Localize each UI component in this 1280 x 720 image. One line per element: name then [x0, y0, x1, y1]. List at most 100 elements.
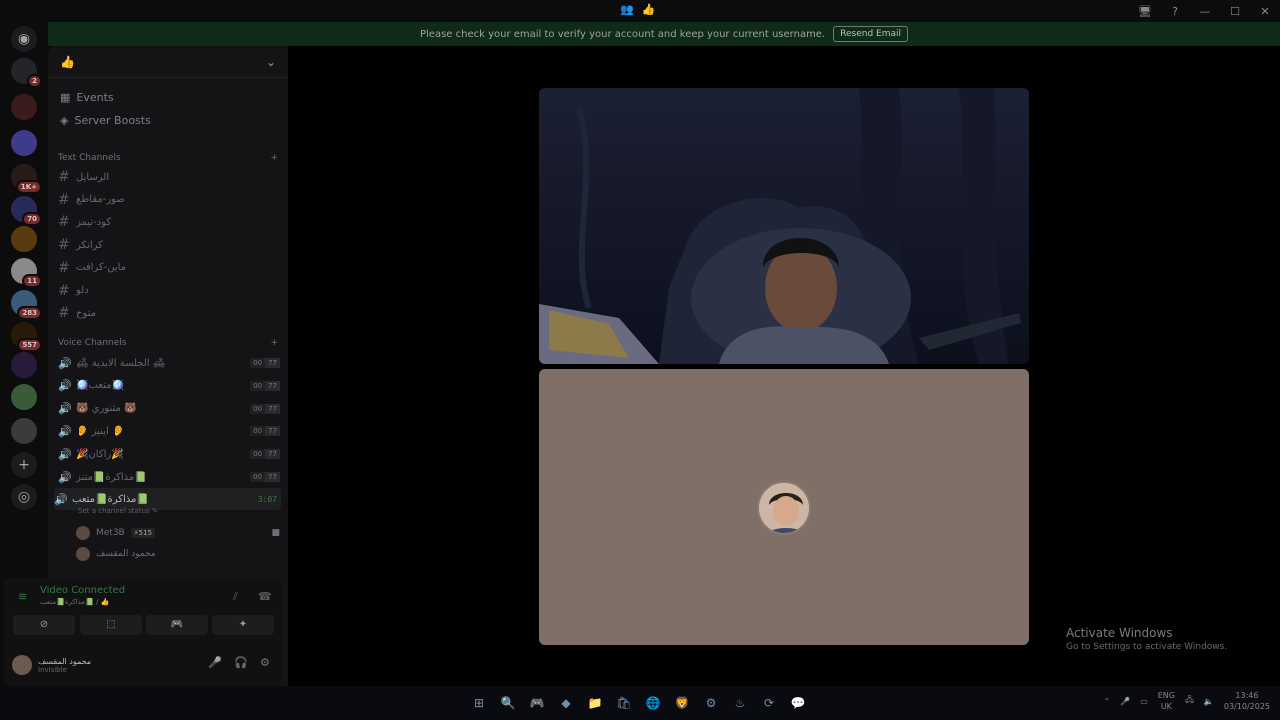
- text-channel[interactable]: # صور-مقاطع: [58, 190, 280, 210]
- soundboard-button[interactable]: ✦: [212, 615, 274, 635]
- voice-channel[interactable]: 🔊 🪩متعب🪩 00 77: [58, 376, 280, 396]
- discover-icon[interactable]: ◎: [11, 484, 37, 510]
- language-code: ENG: [1157, 691, 1175, 700]
- banner-message: Please check your email to verify your a…: [419, 28, 826, 40]
- steam-icon[interactable]: ♨: [729, 692, 751, 714]
- hash-icon: #: [58, 191, 70, 208]
- user-limit: 77: [265, 358, 280, 368]
- voice-channels-category[interactable]: Voice Channels +: [58, 338, 278, 348]
- taskbar-apps: ⊞ 🔍 🎮 ◆ 📁 🛍 🌐 🦁 ⚙ ♨ ⟳ 💬: [468, 692, 809, 714]
- server-icon[interactable]: 1K+: [11, 164, 42, 194]
- user-limit-badge: 00 77: [250, 426, 280, 437]
- text-channel[interactable]: # دلو: [58, 281, 280, 301]
- camera-toggle-button[interactable]: ⊘: [13, 615, 75, 635]
- camera-video-tile[interactable]: [539, 88, 1029, 364]
- server-boosts-item[interactable]: ◈ Server Boosts: [60, 114, 151, 127]
- channel-name: متوح: [76, 307, 96, 319]
- help-icon[interactable]: ?: [1160, 5, 1190, 18]
- server-icon[interactable]: [11, 352, 37, 378]
- text-channel[interactable]: # الرسايل: [58, 167, 280, 187]
- events-label: Events: [76, 91, 114, 104]
- voice-channel[interactable]: 🔊 🛋 الجلسة الابدية 🛋 00 77: [58, 353, 280, 373]
- store-icon[interactable]: 🛍: [613, 692, 635, 714]
- chevron-up-icon[interactable]: ⌃: [1104, 697, 1111, 706]
- voice-channel[interactable]: 🔊 مذاكرة📗متنز📗 00 77: [58, 467, 280, 487]
- text-channel[interactable]: # كود-تيمز: [58, 212, 280, 232]
- speaker-icon: 🔊: [58, 447, 72, 461]
- server-icon[interactable]: [11, 94, 37, 120]
- mention-badge: 283: [17, 306, 42, 320]
- user-count: 00: [250, 403, 266, 414]
- clock[interactable]: 13:46 03/10/2025: [1224, 690, 1270, 712]
- inbox-icon[interactable]: 🖥: [1130, 5, 1160, 18]
- game-icon[interactable]: 🎮: [526, 692, 548, 714]
- text-channel[interactable]: # ماين-كرافت: [58, 258, 280, 278]
- mic-tray-icon[interactable]: 🎤: [1120, 697, 1130, 706]
- add-voice-channel-icon[interactable]: +: [270, 338, 278, 348]
- hash-icon: #: [58, 169, 70, 185]
- text-channels-category[interactable]: Text Channels +: [58, 153, 278, 163]
- search-icon[interactable]: 🔍: [497, 692, 519, 714]
- server-icon[interactable]: [11, 226, 37, 252]
- steam-settings-icon[interactable]: ⚙: [700, 692, 722, 714]
- headphones-icon[interactable]: 🎧: [234, 656, 248, 669]
- voice-status-subtitle[interactable]: مذاكرة📗متعب📗 / 👍: [40, 598, 109, 606]
- brave-icon[interactable]: 🦁: [671, 692, 693, 714]
- server-icon[interactable]: 557: [11, 322, 42, 352]
- windows-taskbar: ⊞ 🔍 🎮 ◆ 📁 🛍 🌐 🦁 ⚙ ♨ ⟳ 💬 ⌃ 🎤 ▭ ENG UK 🖧 🔈 13:46 03/1…: [0, 686, 1280, 720]
- resend-email-button[interactable]: Resend Email: [833, 26, 909, 42]
- start-icon[interactable]: ⊞: [468, 692, 490, 714]
- avatar-video-tile[interactable]: [539, 369, 1029, 645]
- avatar: [76, 526, 90, 540]
- language-indicator[interactable]: ENG UK: [1158, 690, 1175, 712]
- screen-share-button[interactable]: ⬚: [80, 615, 142, 635]
- monitor-tray-icon[interactable]: ▭: [1140, 697, 1148, 706]
- server-icon[interactable]: 70: [11, 196, 42, 226]
- volume-icon[interactable]: 🔈: [1204, 697, 1214, 706]
- update-icon[interactable]: ⟳: [758, 692, 780, 714]
- events-item[interactable]: ▦ Events: [60, 91, 114, 104]
- calendar-icon: ▦: [60, 91, 71, 104]
- active-channel-name: مذاكرة📗متعب📗: [72, 493, 149, 505]
- hash-icon: #: [58, 214, 70, 231]
- channel-status-prompt[interactable]: Set a channel status ✎: [78, 507, 158, 515]
- avatar[interactable]: [12, 655, 32, 675]
- server-icon[interactable]: [11, 418, 37, 444]
- maximize-button[interactable]: ☐: [1220, 5, 1250, 18]
- add-channel-icon[interactable]: +: [270, 153, 278, 163]
- close-button[interactable]: ✕: [1250, 5, 1280, 18]
- activities-button[interactable]: 🎮: [146, 615, 208, 635]
- user-info[interactable]: محمود المقسف Invisible: [38, 657, 91, 674]
- discord-home-icon[interactable]: ◉: [11, 26, 37, 52]
- add-server-icon[interactable]: +: [11, 452, 37, 478]
- server-icon[interactable]: 11: [11, 258, 42, 288]
- voice-member[interactable]: Met3B ⚡515 ■: [76, 524, 280, 542]
- noise-suppression-icon[interactable]: ⫽: [233, 590, 238, 604]
- text-channel[interactable]: # متوح: [58, 303, 280, 323]
- minimize-button[interactable]: —: [1190, 5, 1220, 18]
- microphone-icon[interactable]: 🎤: [208, 656, 222, 669]
- server-header[interactable]: 👍 ⌄: [48, 46, 288, 78]
- server-icon[interactable]: [11, 384, 37, 410]
- mention-badge: 70: [22, 212, 42, 226]
- mention-badge: 1K+: [15, 180, 42, 194]
- copilot-icon[interactable]: ◆: [555, 692, 577, 714]
- settings-gear-icon[interactable]: ⚙: [260, 656, 270, 669]
- system-tray: ⌃ 🎤 ▭ ENG UK 🖧 🔈 13:46 03/10/2025: [1104, 690, 1270, 712]
- voice-channel[interactable]: 🔊 🎉راكان🎉 00 77: [58, 444, 280, 464]
- user-limit: 77: [265, 472, 280, 482]
- discord-icon[interactable]: 💬: [787, 692, 809, 714]
- server-icon[interactable]: 2: [11, 58, 42, 88]
- text-channel[interactable]: # كرانكر: [58, 235, 280, 255]
- user-status: Invisible: [38, 665, 67, 674]
- voice-channel[interactable]: 🔊 🐻 مثنوري 🐻 00 77: [58, 399, 280, 419]
- file-explorer-icon[interactable]: 📁: [584, 692, 606, 714]
- network-icon[interactable]: 🖧: [1185, 694, 1194, 708]
- signal-icon[interactable]: ≋: [18, 590, 27, 603]
- voice-channel[interactable]: 🔊 👂 اينيز 👂 00 77: [58, 421, 280, 441]
- server-icon[interactable]: 283: [11, 290, 42, 320]
- edge-icon[interactable]: 🌐: [642, 692, 664, 714]
- voice-member[interactable]: محمود المقسف: [76, 545, 280, 563]
- disconnect-icon[interactable]: ☎: [258, 590, 272, 603]
- server-icon[interactable]: [11, 130, 37, 156]
